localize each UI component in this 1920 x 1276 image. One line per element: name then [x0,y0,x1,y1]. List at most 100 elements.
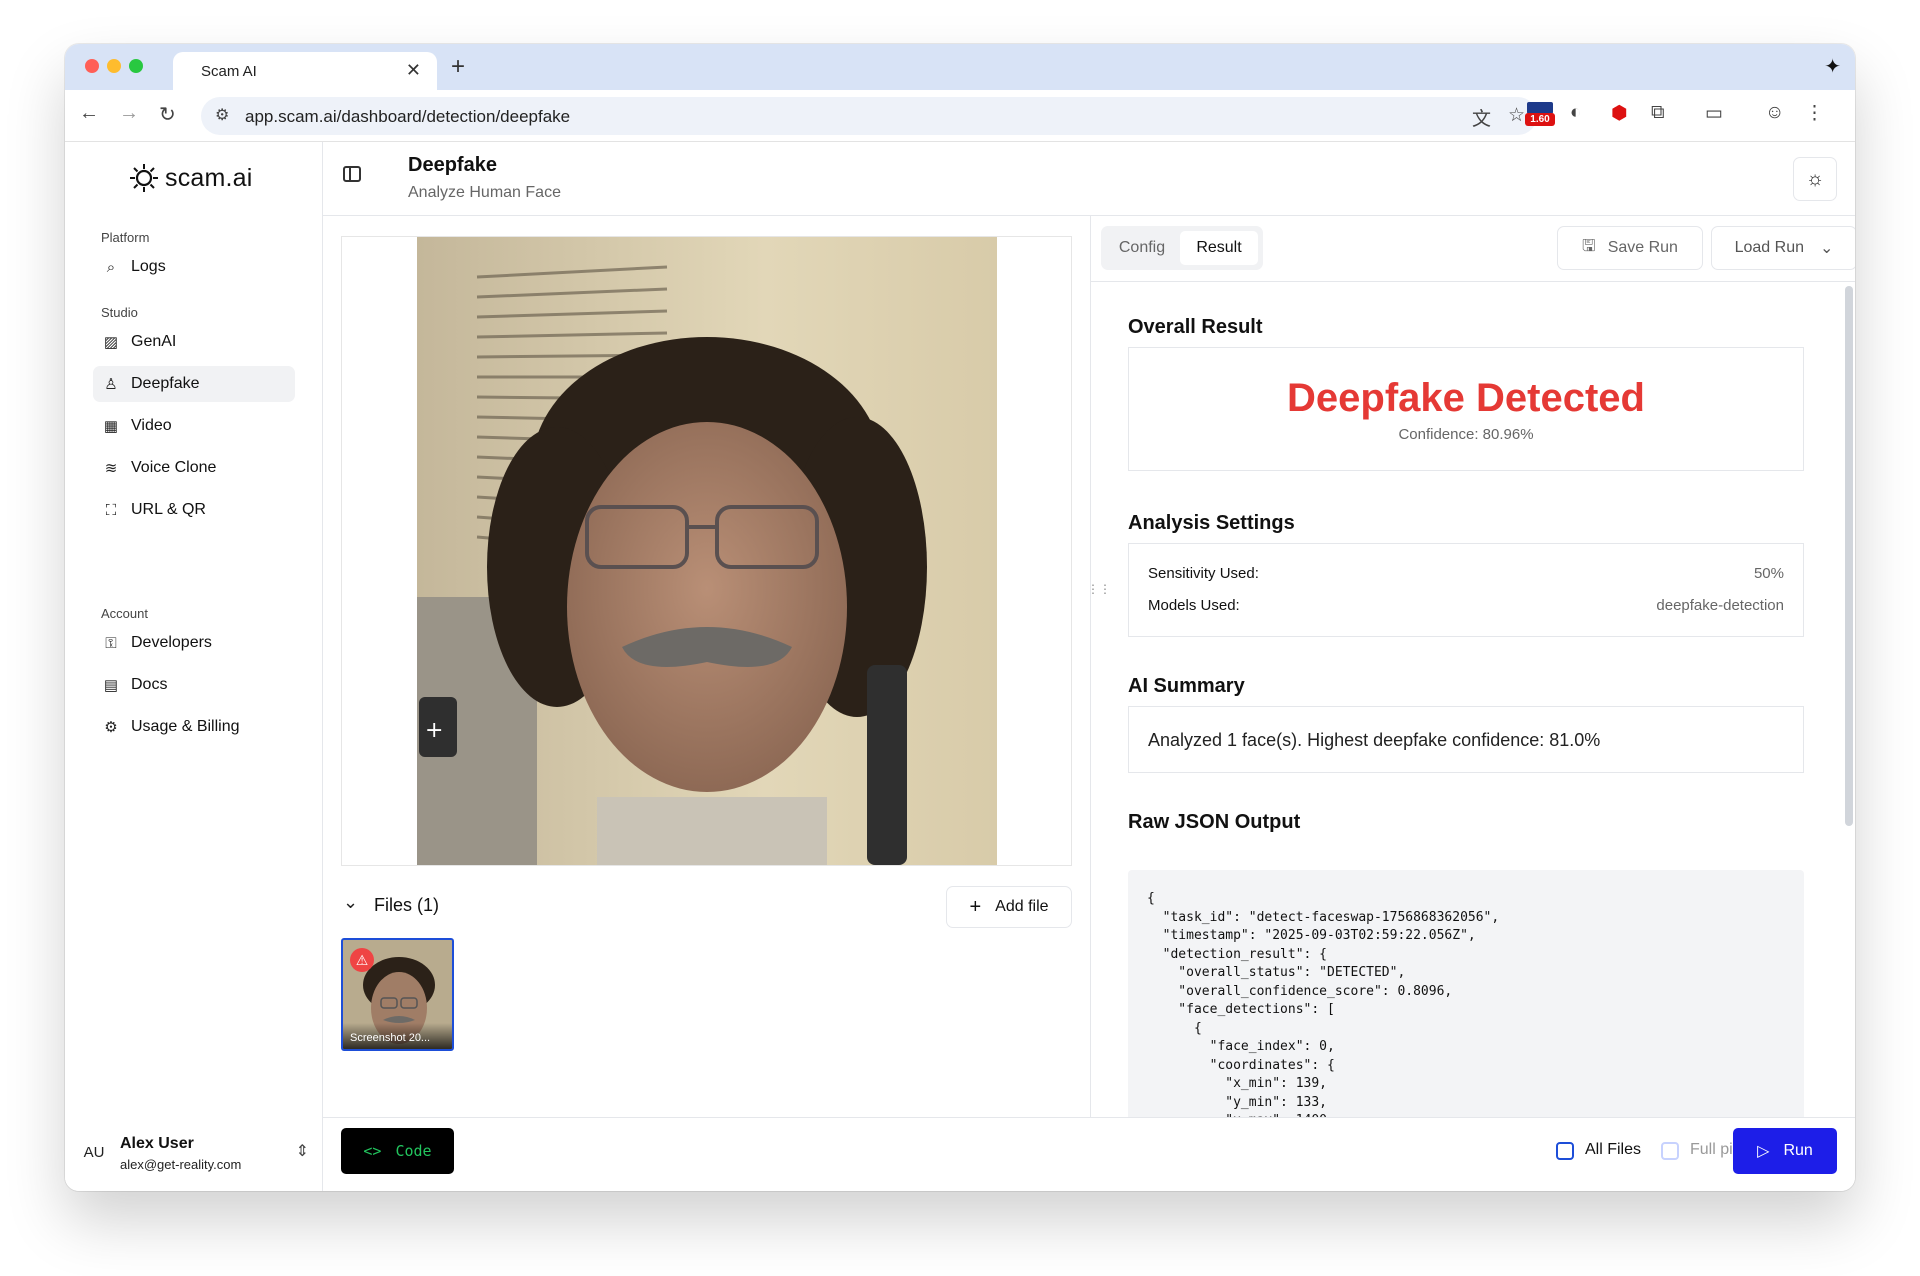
sidebar-item-label: URL & QR [131,501,206,518]
confidence-text: Confidence: 80.96% [1398,426,1534,443]
plus-icon: + [969,895,982,918]
gear-icon: ⚙ [104,719,118,736]
doc-icon: ▤ [103,677,119,694]
address-bar[interactable]: ⚙ app.scam.ai/dashboard/detection/deepfa… [201,97,1537,135]
sidebar-item-logs[interactable]: ⌕ Logs [93,249,295,285]
code-button[interactable]: <> Code [341,1128,454,1174]
extension-badge-icon[interactable]: 1.60 [1525,102,1555,128]
user-name: Alex User [120,1135,194,1152]
tab-config[interactable]: Config [1106,231,1178,265]
models-value: deepfake-detection [1656,597,1784,614]
sidebar-item-label: Developers [131,634,212,651]
all-files-label: All Files [1585,1141,1642,1158]
theme-toggle-button[interactable]: ☼ [1793,157,1837,201]
overall-result-title: Overall Result [1128,316,1263,338]
analysis-settings-title: Analysis Settings [1128,512,1295,534]
profile-icon[interactable]: ☺ [1765,102,1784,124]
page-header: Deepfake Analyze Human Face ☼ [323,142,1855,216]
save-run-button[interactable]: 🖫 Save Run [1557,226,1703,270]
upload-pane: + ⌄ Files (1) + Add file ⚠ Screenshot 20… [323,216,1091,1117]
sun-icon: ☼ [1805,168,1825,190]
json-text: { "task_id": "detect-faceswap-1756868362… [1147,891,1500,1117]
section-label-platform: Platform [101,230,150,245]
analysis-settings-card: Sensitivity Used: 50% Models Used: deepf… [1128,543,1804,637]
sidebar-item-docs[interactable]: ▤ Docs [93,667,295,703]
full-pipeline-checkbox[interactable] [1661,1142,1679,1160]
star-icon[interactable]: ☆ [1508,104,1525,127]
close-tab-icon[interactable]: ✕ [406,60,421,81]
url-text: app.scam.ai/dashboard/detection/deepfake [245,107,571,126]
sidebar-item-voice-clone[interactable]: ≋ Voice Clone [93,450,295,486]
sidebar: scam.ai Platform ⌕ Logs Studio ▨ GenAI ♙… [65,142,323,1191]
sidebar-item-usage-billing[interactable]: ⚙ Usage & Billing [93,709,295,745]
browser-toolbar: ← → ↻ ⚙ app.scam.ai/dashboard/detection/… [65,90,1855,142]
site-settings-icon[interactable]: ⚙ [215,105,229,125]
add-file-button[interactable]: + Add file [946,886,1072,928]
sidebar-item-developers[interactable]: ⚿ Developers [93,625,295,661]
result-pane: Config Result 🖫 Save Run Load Run ⌄ Over… [1091,216,1855,1117]
browser-tab[interactable]: Scam AI ✕ [173,52,437,90]
extension-icon[interactable]: ◐ [1570,102,1581,124]
sidebar-item-video[interactable]: ▦ Video [93,408,295,444]
tab-search-icon[interactable]: ▭ [1705,102,1723,125]
scrollbar[interactable] [1845,286,1853,826]
maximize-window-button[interactable] [129,59,143,73]
tab-strip: Scam AI ✕ + ✦ [65,44,1855,90]
chevron-down-icon[interactable]: ⌄ [343,892,358,913]
sidebar-item-genai[interactable]: ▨ GenAI [93,324,295,360]
chevron-up-down-icon: ⇕ [295,1143,309,1160]
minimize-window-button[interactable] [107,59,121,73]
sidebar-item-label: Video [131,417,172,434]
code-icon: <> [363,1142,382,1160]
files-label[interactable]: Files (1) [374,895,439,916]
verdict-text: Deepfake Detected [1287,376,1645,420]
translate-icon[interactable]: 文 [1472,104,1491,131]
film-icon: ▦ [103,418,119,435]
logo[interactable]: scam.ai [129,158,253,198]
all-files-checkbox[interactable] [1556,1142,1574,1160]
add-file-label: Add file [995,898,1049,915]
sidebar-item-url-qr[interactable]: ⛶ URL & QR [93,492,295,528]
chevron-down-icon: ⌄ [1819,240,1834,257]
new-tab-icon[interactable]: + [451,53,465,81]
puzzle-icon[interactable]: ⧉ [1651,102,1665,124]
key-icon: ⚿ [105,634,117,652]
sidebar-item-label: Docs [131,676,168,693]
shield-extension-icon[interactable]: ⬢ [1611,102,1628,125]
sensitivity-value: 50% [1753,565,1784,582]
run-label: Run [1783,1142,1813,1159]
page-title: Deepfake [408,154,497,176]
models-label: Models Used: [1148,597,1240,614]
sensitivity-label: Sensitivity Used: [1148,565,1259,582]
ai-summary-card: Analyzed 1 face(s). Highest deepfake con… [1128,706,1804,773]
close-window-button[interactable] [85,59,99,73]
overall-result-card: Deepfake Detected Confidence: 80.96% [1128,347,1804,471]
avatar: AU [83,1144,105,1161]
browser-window: Scam AI ✕ + ✦ ← → ↻ ⚙ app.scam.ai/dashbo… [65,44,1855,1191]
thumbnail-caption: Screenshot 20... [343,1023,452,1049]
tab-result[interactable]: Result [1180,231,1258,265]
forward-icon[interactable]: → [119,102,139,125]
back-icon[interactable]: ← [79,102,99,125]
sidebar-item-label: Usage & Billing [131,718,240,735]
section-label-studio: Studio [101,305,138,320]
load-run-button[interactable]: Load Run ⌄ [1711,226,1855,270]
sidebar-item-deepfake[interactable]: ♙ Deepfake [93,366,295,402]
sidebar-item-label: Voice Clone [131,459,217,476]
reload-icon[interactable]: ↻ [159,102,176,127]
user-menu[interactable]: AU Alex User alex@get-reality.com ⇕ [73,1127,315,1181]
page-subtitle: Analyze Human Face [408,184,561,201]
menu-icon[interactable]: ⋮ [1805,102,1824,125]
sparkle-icon[interactable]: ✦ [1824,54,1841,79]
save-icon: 🖫 [1582,237,1596,255]
section-label-account: Account [101,606,148,621]
run-button[interactable]: ▷ Run [1733,1128,1837,1174]
code-label: Code [395,1142,432,1160]
image-icon: ▨ [103,334,119,351]
load-run-label: Load Run [1734,239,1804,256]
sidebar-item-label: Deepfake [131,375,200,392]
svg-text:+: + [425,718,443,743]
raw-json-output[interactable]: { "task_id": "detect-faceswap-1756868362… [1128,870,1804,1117]
toggle-sidebar-icon[interactable] [343,166,361,182]
file-thumbnail[interactable]: ⚠ Screenshot 20... [341,938,454,1051]
